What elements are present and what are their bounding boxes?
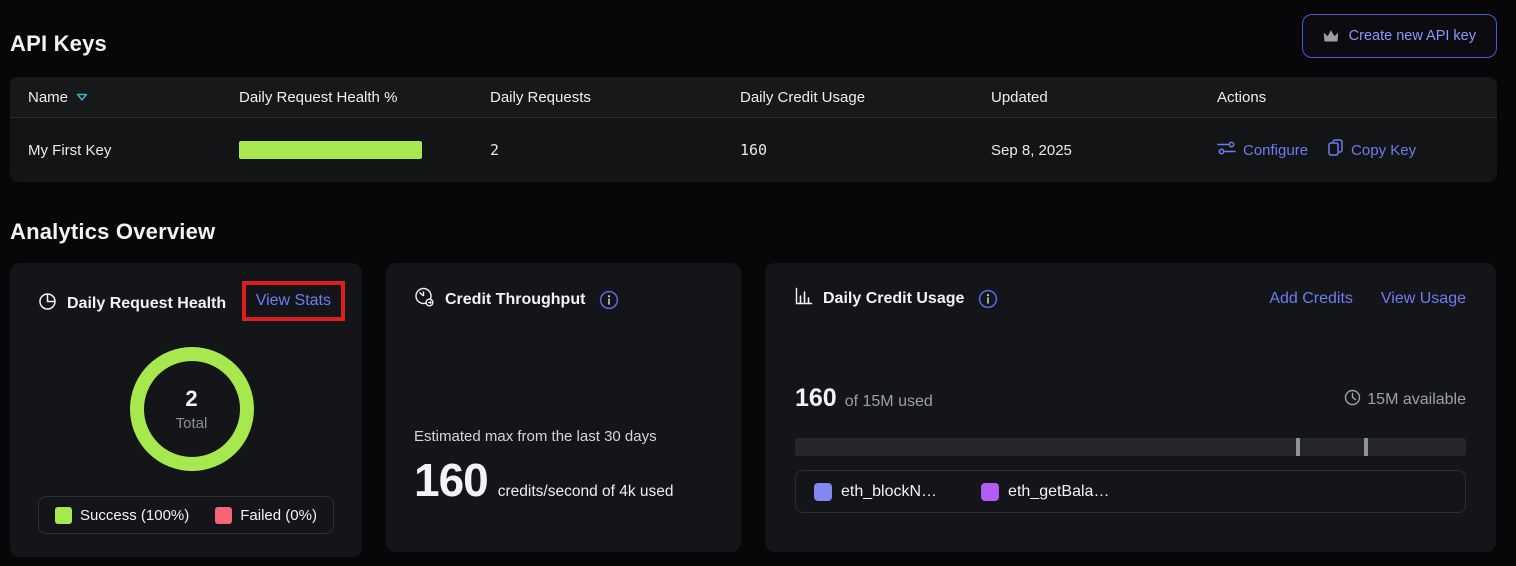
updated-value: Sep 8, 2025 — [991, 142, 1217, 159]
eth-getbalance-label: eth_getBala… — [1008, 483, 1109, 501]
column-header-updated[interactable]: Updated — [991, 89, 1217, 106]
analytics-overview-heading: Analytics Overview — [10, 219, 1497, 245]
failed-label: Failed (0%) — [240, 507, 317, 524]
donut-chart-wrap: 2 Total — [38, 347, 345, 471]
request-health-bar — [239, 141, 422, 159]
throughput-unit: credits/second of 4k used — [498, 483, 674, 501]
sliders-icon — [1217, 140, 1236, 160]
analytics-cards: Daily Request Health View Stats 2 Total … — [10, 263, 1497, 557]
page-title: API Keys — [10, 31, 107, 57]
table-header-row: Name Daily Request Health % Daily Reques… — [10, 77, 1497, 118]
card-title: Daily Request Health — [67, 295, 226, 313]
donut-total-value: 2 — [185, 386, 197, 412]
credits-available: 15M available — [1344, 389, 1466, 411]
credit-usage-progress-bar — [795, 438, 1466, 456]
gauge-icon — [414, 287, 435, 312]
table-row[interactable]: My First Key 2 160 Sep 8, 2025 Configure — [10, 118, 1497, 182]
usage-legend: eth_blockN… eth_getBala… — [795, 470, 1466, 513]
credits-used-value: 160 — [795, 384, 837, 413]
legend-item-eth-getbalance: eth_getBala… — [981, 483, 1109, 501]
create-api-key-button[interactable]: Create new API key — [1302, 14, 1497, 58]
copy-key-link[interactable]: Copy Key — [1328, 139, 1416, 161]
usage-summary-row: 160 of 15M used 15M available — [795, 384, 1466, 413]
daily-credit-usage-header: Daily Credit Usage Add Credits View Usag… — [795, 287, 1466, 310]
column-header-actions: Actions — [1217, 89, 1497, 106]
copy-icon — [1328, 139, 1344, 161]
daily-credit-usage-value: 160 — [740, 141, 991, 159]
daily-request-health-header: Daily Request Health View Stats — [38, 287, 345, 321]
card-title: Credit Throughput — [445, 291, 585, 309]
actions-cell: Configure Copy Key — [1217, 139, 1497, 161]
clock-icon — [1344, 389, 1361, 411]
configure-link[interactable]: Configure — [1217, 140, 1308, 160]
column-header-daily-credit-usage[interactable]: Daily Credit Usage — [740, 89, 991, 106]
create-api-key-label: Create new API key — [1349, 28, 1476, 44]
view-stats-annotation-box: View Stats — [242, 281, 345, 321]
donut-total-label: Total — [176, 415, 208, 432]
configure-label: Configure — [1243, 142, 1308, 159]
view-stats-link[interactable]: View Stats — [256, 292, 331, 309]
health-bar-cell — [239, 141, 490, 159]
request-health-donut: 2 Total — [130, 347, 254, 471]
legend-item-eth-blocknumber: eth_blockN… — [814, 483, 937, 501]
success-label: Success (100%) — [80, 507, 189, 524]
daily-request-health-card: Daily Request Health View Stats 2 Total … — [10, 263, 362, 557]
add-credits-link[interactable]: Add Credits — [1269, 290, 1353, 308]
throughput-value-row: 160 credits/second of 4k used — [414, 453, 713, 507]
dashboard-page: API Keys Create new API key Name Daily R… — [0, 0, 1516, 557]
column-header-health[interactable]: Daily Request Health % — [239, 89, 490, 106]
usage-threshold-tick — [1296, 438, 1300, 456]
credits-used-suffix: of 15M used — [845, 393, 933, 411]
usage-threshold-tick — [1364, 438, 1368, 456]
daily-credit-usage-card: Daily Credit Usage Add Credits View Usag… — [765, 263, 1496, 552]
health-legend: Success (100%) Failed (0%) — [38, 496, 334, 534]
sort-descending-icon — [76, 89, 88, 106]
eth-blocknumber-label: eth_blockN… — [841, 483, 937, 501]
bar-chart-icon — [795, 287, 813, 310]
eth-blocknumber-swatch — [814, 483, 832, 501]
legend-item-success: Success (100%) — [55, 507, 189, 524]
view-usage-link[interactable]: View Usage — [1381, 290, 1466, 308]
api-keys-table: Name Daily Request Health % Daily Reques… — [10, 77, 1497, 182]
api-key-name: My First Key — [28, 142, 239, 159]
success-swatch — [55, 507, 72, 524]
credit-throughput-card: Credit Throughput Estimated max from the… — [386, 263, 741, 552]
copy-key-label: Copy Key — [1351, 142, 1416, 159]
crown-icon — [1323, 29, 1339, 43]
info-icon[interactable] — [599, 290, 619, 310]
legend-item-failed: Failed (0%) — [215, 507, 317, 524]
top-bar: API Keys Create new API key — [10, 0, 1497, 58]
daily-requests-value: 2 — [490, 141, 740, 159]
throughput-note: Estimated max from the last 30 days — [414, 428, 713, 445]
column-header-name-label: Name — [28, 89, 68, 106]
failed-swatch — [215, 507, 232, 524]
info-icon[interactable] — [978, 289, 998, 309]
throughput-value: 160 — [414, 453, 488, 507]
eth-getbalance-swatch — [981, 483, 999, 501]
card-title: Daily Credit Usage — [823, 290, 964, 308]
pie-chart-icon — [38, 292, 57, 316]
credit-throughput-header: Credit Throughput — [414, 287, 713, 312]
column-header-daily-requests[interactable]: Daily Requests — [490, 89, 740, 106]
credits-available-label: 15M available — [1367, 391, 1466, 409]
column-header-name[interactable]: Name — [28, 89, 239, 106]
